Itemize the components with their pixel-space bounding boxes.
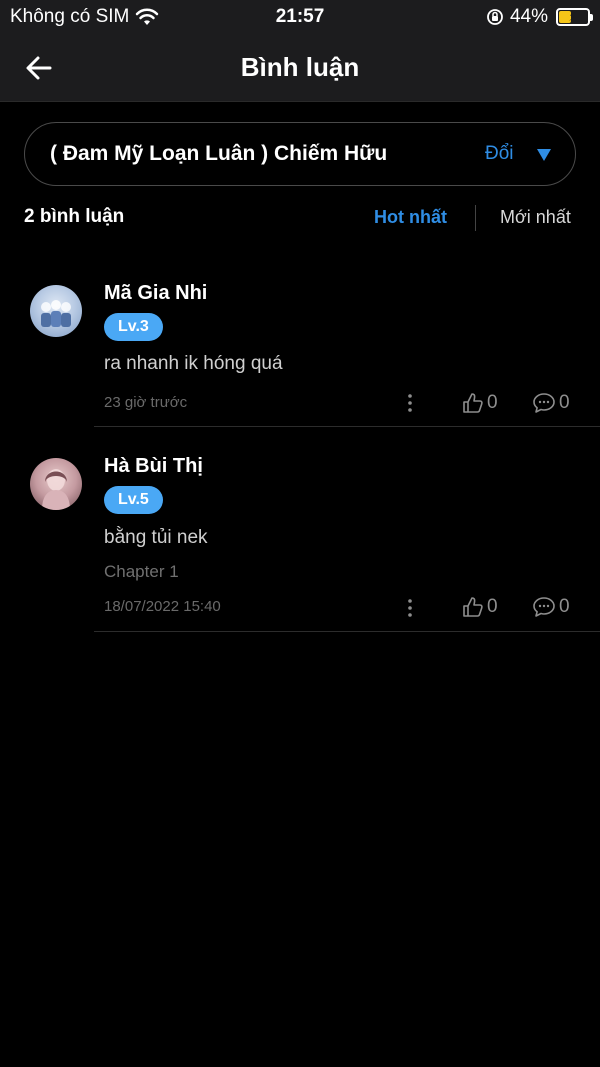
triangle-down-icon[interactable] (537, 149, 551, 161)
orientation-lock-icon (487, 9, 503, 25)
back-button[interactable] (20, 48, 60, 88)
sort-divider (475, 205, 476, 231)
comment-count: 2 bình luận (24, 206, 125, 227)
level-badge: Lv.3 (104, 313, 163, 341)
like-button[interactable]: 0 (462, 390, 498, 416)
comment-divider (94, 631, 600, 632)
header: Bình luận (0, 34, 600, 102)
like-count: 0 (487, 392, 498, 413)
avatar[interactable] (30, 285, 82, 337)
comment-timestamp: 23 giờ trước (104, 394, 188, 411)
book-title: ( Đam Mỹ Loạn Luân ) Chiếm Hữu (50, 142, 388, 165)
arrow-left-icon (26, 56, 52, 80)
username[interactable]: Mã Gia Nhi (104, 282, 207, 305)
like-count: 0 (487, 596, 498, 617)
battery-icon: ⚡ (556, 8, 593, 26)
speech-bubble-icon (533, 597, 555, 617)
username[interactable]: Hà Bùi Thị (104, 455, 203, 478)
page-title: Bình luận (240, 52, 360, 82)
reply-count: 0 (559, 596, 570, 617)
status-right: 44% ⚡ (486, 6, 593, 28)
thumbs-up-icon (463, 393, 483, 413)
avatar-image (42, 469, 70, 510)
comment-text: ra nhanh ik hóng quá (104, 353, 283, 374)
charging-bolt-icon: ⚡ (568, 8, 578, 24)
reply-button[interactable]: 0 (532, 594, 570, 620)
level-badge: Lv.5 (104, 486, 163, 514)
sort-hot-tab[interactable]: Hot nhất (374, 207, 447, 228)
avatar[interactable] (30, 458, 82, 510)
avatar-image (41, 300, 71, 327)
comment-text: bằng tủi nek (104, 527, 208, 548)
chapter-tag[interactable]: Chapter 1 (104, 562, 179, 582)
battery-percent: 44% (509, 6, 548, 27)
comment-divider (94, 426, 600, 427)
speech-bubble-icon (533, 393, 555, 413)
change-book-button[interactable]: Đổi (485, 143, 514, 165)
reply-count: 0 (559, 392, 570, 413)
more-options-icon[interactable] (400, 391, 420, 415)
sort-new-tab[interactable]: Mới nhất (500, 207, 571, 228)
status-bar: Không có SIM 21:57 44% ⚡ (0, 0, 600, 34)
book-selector[interactable]: ( Đam Mỹ Loạn Luân ) Chiếm Hữu Đổi (24, 122, 576, 186)
more-options-icon[interactable] (400, 596, 420, 620)
like-button[interactable]: 0 (462, 594, 498, 620)
thumbs-up-icon (463, 597, 483, 617)
comment-timestamp: 18/07/2022 15:40 (104, 598, 221, 615)
reply-button[interactable]: 0 (532, 390, 570, 416)
